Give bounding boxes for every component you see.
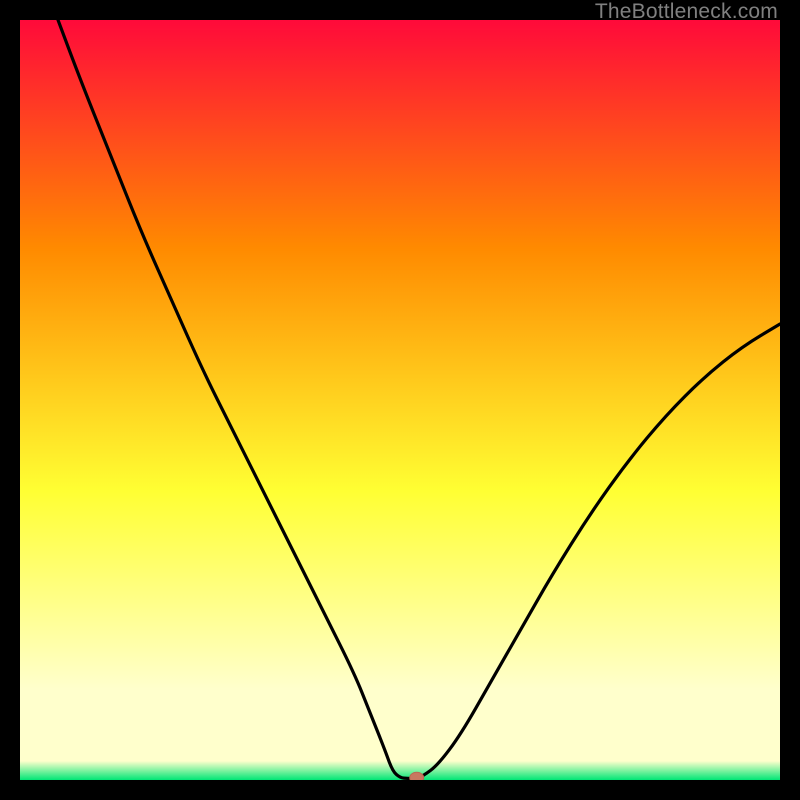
minimum-marker: [410, 772, 424, 780]
outer-frame: TheBottleneck.com: [0, 0, 800, 800]
gradient-background: [20, 20, 780, 780]
plot-area: [20, 20, 780, 780]
bottleneck-chart: [20, 20, 780, 780]
